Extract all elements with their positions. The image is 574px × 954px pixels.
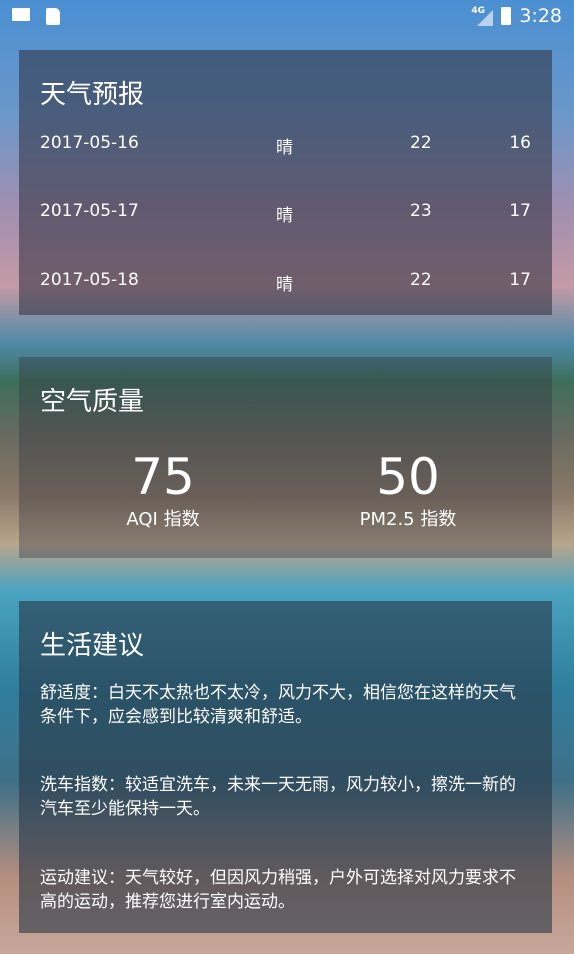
battery-icon bbox=[501, 7, 512, 25]
forecast-row: 2017-05-17 晴 23 17 bbox=[40, 201, 531, 226]
aqi-card: 空气质量 75 AQI 指数 50 PM2.5 指数 bbox=[19, 357, 552, 558]
status-bar: 4G 3:28 bbox=[0, 0, 574, 34]
clock: 3:28 bbox=[519, 5, 562, 27]
aqi-block: 75 AQI 指数 bbox=[63, 449, 263, 531]
suggestion-title: 生活建议 bbox=[40, 631, 145, 661]
comfort-text: 舒适度：白天不太热也不太冷，风力不大，相信您在这样的天气条件下，应会感到比较清爽… bbox=[40, 683, 516, 727]
car-wash-text: 洗车指数：较适宜洗车，未来一天无雨，风力较小，擦洗一新的汽车至少能保持一天。 bbox=[40, 775, 516, 819]
network-type: 4G bbox=[471, 6, 485, 16]
forecast-min: 17 bbox=[509, 201, 531, 221]
pm25-value: 50 bbox=[376, 448, 440, 506]
forecast-date: 2017-05-16 bbox=[40, 133, 139, 153]
forecast-date: 2017-05-17 bbox=[40, 201, 139, 221]
forecast-weather: 晴 bbox=[276, 206, 293, 226]
suggestion-card: 生活建议 舒适度：白天不太热也不太冷，风力不大，相信您在这样的天气条件下，应会感… bbox=[19, 601, 552, 933]
forecast-min: 17 bbox=[509, 270, 531, 290]
aqi-value: 75 bbox=[131, 448, 195, 506]
forecast-min: 16 bbox=[509, 133, 531, 153]
forecast-max: 23 bbox=[410, 201, 432, 221]
forecast-title: 天气预报 bbox=[40, 80, 145, 110]
forecast-weather: 晴 bbox=[276, 275, 293, 295]
signal-icon: 4G bbox=[471, 6, 494, 26]
forecast-weather: 晴 bbox=[276, 138, 293, 158]
sport-text: 运动建议：天气较好，但因风力稍强，户外可选择对风力要求不高的运动，推荐您进行室内… bbox=[40, 868, 516, 912]
aqi-label: AQI 指数 bbox=[126, 509, 200, 530]
forecast-row: 2017-05-18 晴 22 17 bbox=[40, 270, 531, 295]
sd-card-icon bbox=[46, 8, 60, 25]
forecast-max: 22 bbox=[410, 133, 432, 153]
pm25-block: 50 PM2.5 指数 bbox=[308, 449, 508, 531]
pm25-label: PM2.5 指数 bbox=[359, 509, 457, 530]
forecast-max: 22 bbox=[410, 270, 432, 290]
forecast-card: 天气预报 2017-05-16 晴 22 16 2017-05-17 晴 23 … bbox=[19, 50, 552, 315]
forecast-row: 2017-05-16 晴 22 16 bbox=[40, 133, 531, 158]
forecast-date: 2017-05-18 bbox=[40, 270, 139, 290]
aqi-title: 空气质量 bbox=[40, 387, 145, 417]
mail-icon bbox=[12, 8, 30, 21]
